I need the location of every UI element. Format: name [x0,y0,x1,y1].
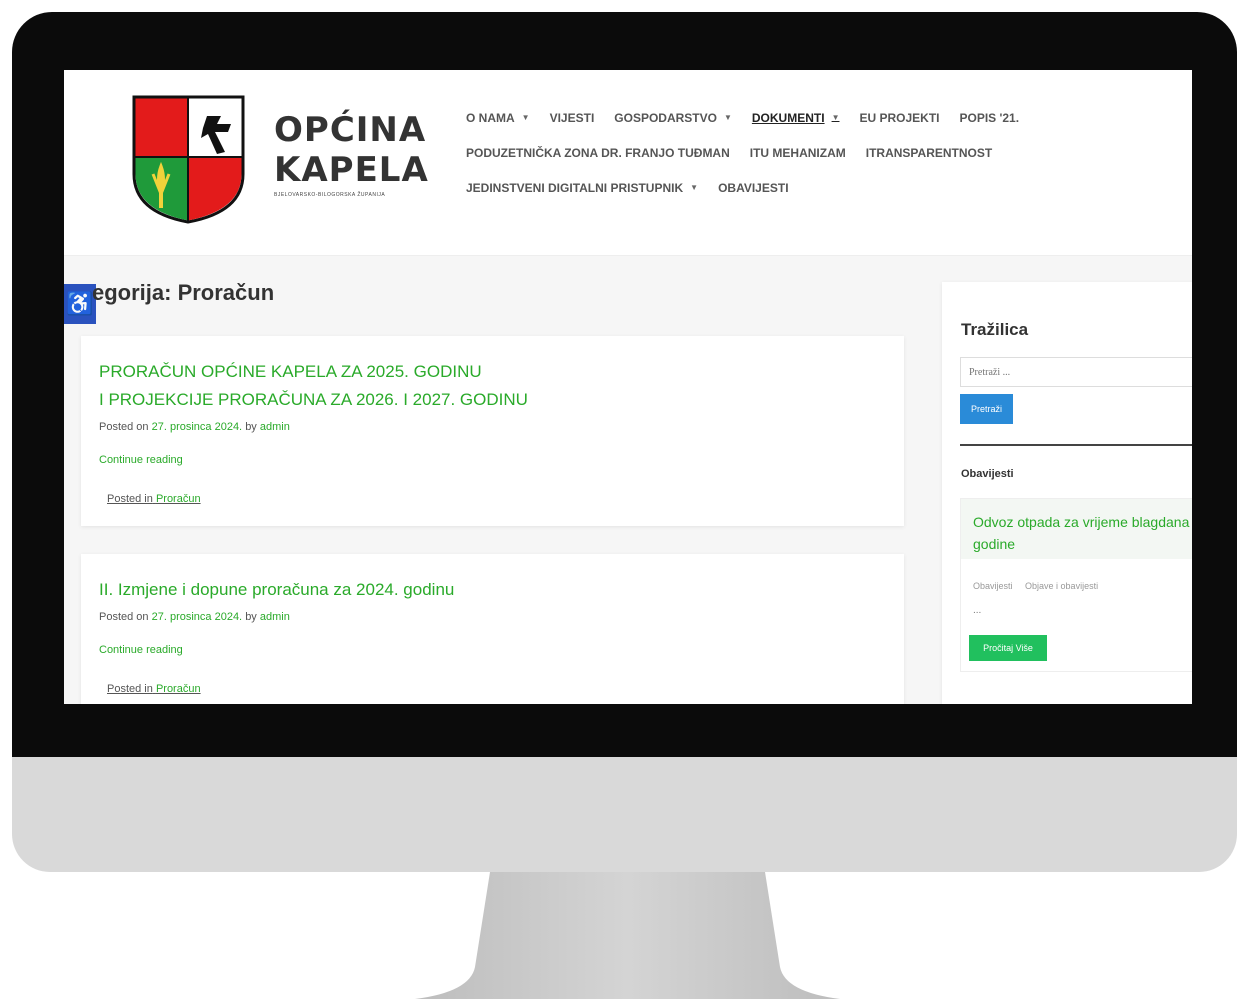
posted-in-label: Posted in [107,683,153,695]
logo-line1: OPĆINA [274,110,427,150]
category-link[interactable]: Proračun [156,493,201,505]
nav-item-dokumenti[interactable]: DOKUMENTI ▼ [752,111,840,125]
nav-item-label: JEDINSTVENI DIGITALNI PRISTUPNIK [466,180,684,195]
sidebar: Tražilica Pretraži Obavijesti Odvoz otpa… [942,282,1192,704]
nav-item-label: O NAMA [466,110,515,125]
post-category: Posted in Proračun [107,683,201,695]
nav-item-vijesti[interactable]: VIJESTI [550,111,595,125]
main-navigation: O NAMA ▼ VIJESTI GOSPODARSTVO ▼ DOKUMENTI ▼… [466,100,1166,205]
posted-on-label: Posted on [99,611,149,623]
chevron-down-icon: ▼ [723,113,732,122]
site-header: OPĆINA KAPELA BJELOVARSKO-BILOGORSKA ŽUP… [64,70,1192,256]
by-label: by [245,421,257,433]
notice-tags: Obavijesti Objave i obavijesti [973,581,1108,591]
post-card: PRORAČUN OPĆINE KAPELA ZA 2025. GODINU I… [81,336,904,526]
search-button[interactable]: Pretraži [960,394,1013,424]
post-card: II. Izmjene i dopune proračuna za 2024. … [81,554,904,704]
search-widget-title: Tražilica [961,320,1029,339]
nav-item-label: EU PROJEKTI [859,110,940,125]
nav-item-label: VIJESTI [549,110,595,125]
nav-item-label: POPIS '21. [959,110,1020,125]
nav-item-label: ITU MEHANIZAM [749,145,846,160]
post-author-link[interactable]: admin [260,421,290,433]
site-logo-text[interactable]: OPĆINA KAPELA [274,110,429,190]
nav-item-digitalni-pristupnik[interactable]: JEDINSTVENI DIGITALNI PRISTUPNIK ▼ [466,181,698,195]
post-author-link[interactable]: admin [260,611,290,623]
notice-card: Odvoz otpada za vrijeme blagdana godine … [960,498,1192,672]
nav-item-gospodarstvo[interactable]: GOSPODARSTVO ▼ [614,111,732,125]
page-title: egorija: Proračun [92,280,275,305]
nav-row-3: JEDINSTVENI DIGITALNI PRISTUPNIK ▼ OBAVIJ… [466,170,1166,205]
divider [960,444,1192,446]
search-input[interactable] [960,357,1192,387]
nav-item-label: OBAVIJESTI [718,180,789,195]
notice-tag-link[interactable]: Objave i obavijesti [1025,581,1098,591]
nav-item-o-nama[interactable]: O NAMA ▼ [466,111,530,125]
notices-widget-title: Obavijesti [961,468,1014,480]
nav-item-label: DOKUMENTI [751,110,825,125]
posted-in-label: Posted in [107,493,153,505]
continue-reading-link[interactable]: Continue reading [99,454,183,466]
notice-excerpt: ... [973,605,982,616]
notice-title-link[interactable]: Odvoz otpada za vrijeme blagdana godine [973,511,1192,555]
post-date-link[interactable]: 27. prosinca 2024. [152,611,243,623]
post-meta: Posted on 27. prosinca 2024. by admin [99,611,290,623]
nav-item-label: PODUZETNIČKA ZONA DR. FRANJO TUĐMAN [466,145,730,160]
post-title-line: PRORAČUN OPĆINE KAPELA ZA 2025. GODINU [99,362,482,381]
post-meta: Posted on 27. prosinca 2024. by admin [99,421,290,433]
logo-subtitle: BJELOVARSKO-BILOGORSKA ŽUPANIJA [274,192,386,198]
chevron-down-icon: ▼ [690,183,699,192]
chevron-down-icon: ▼ [831,113,840,122]
read-more-button[interactable]: Pročitaj Više [969,635,1047,661]
posted-on-label: Posted on [99,421,149,433]
by-label: by [245,611,257,623]
nav-item-obavijesti[interactable]: OBAVIJESTI [718,181,788,195]
nav-item-itransparentnost[interactable]: ITRANSPARENTNOST [866,146,992,160]
nav-item-poduzetnicka-zona[interactable]: PODUZETNIČKA ZONA DR. FRANJO TUĐMAN [466,146,730,160]
nav-item-itu-mehanizam[interactable]: ITU MEHANIZAM [750,146,846,160]
monitor-chin [12,757,1237,872]
logo-line2: KAPELA [274,150,429,190]
main-content: ♿ egorija: Proračun PRORAČUN OPĆINE KAPE… [64,256,1192,704]
post-title-line: I PROJEKCIJE PRORAČUNA ZA 2026. I 2027. … [99,390,528,409]
nav-row-1: O NAMA ▼ VIJESTI GOSPODARSTVO ▼ DOKUMENTI ▼… [466,100,1166,135]
monitor-stand [415,872,840,999]
post-title-link[interactable]: II. Izmjene i dopune proračuna za 2024. … [99,576,454,604]
nav-item-popis[interactable]: POPIS '21. [960,111,1020,125]
notice-tag-link[interactable]: Obavijesti [973,581,1013,591]
continue-reading-link[interactable]: Continue reading [99,644,183,656]
browser-screen: OPĆINA KAPELA BJELOVARSKO-BILOGORSKA ŽUP… [64,70,1192,704]
post-date-link[interactable]: 27. prosinca 2024. [152,421,243,433]
nav-item-label: GOSPODARSTVO [614,110,717,125]
coat-of-arms-icon[interactable] [131,94,246,224]
post-category: Posted in Proračun [107,493,201,505]
category-link[interactable]: Proračun [156,683,201,695]
nav-item-label: ITRANSPARENTNOST [865,145,993,160]
chevron-down-icon: ▼ [521,113,530,122]
post-title-link[interactable]: PRORAČUN OPĆINE KAPELA ZA 2025. GODINU I… [99,358,528,414]
nav-item-eu-projekti[interactable]: EU PROJEKTI [859,111,939,125]
nav-row-2: PODUZETNIČKA ZONA DR. FRANJO TUĐMAN ITU … [466,135,1166,170]
